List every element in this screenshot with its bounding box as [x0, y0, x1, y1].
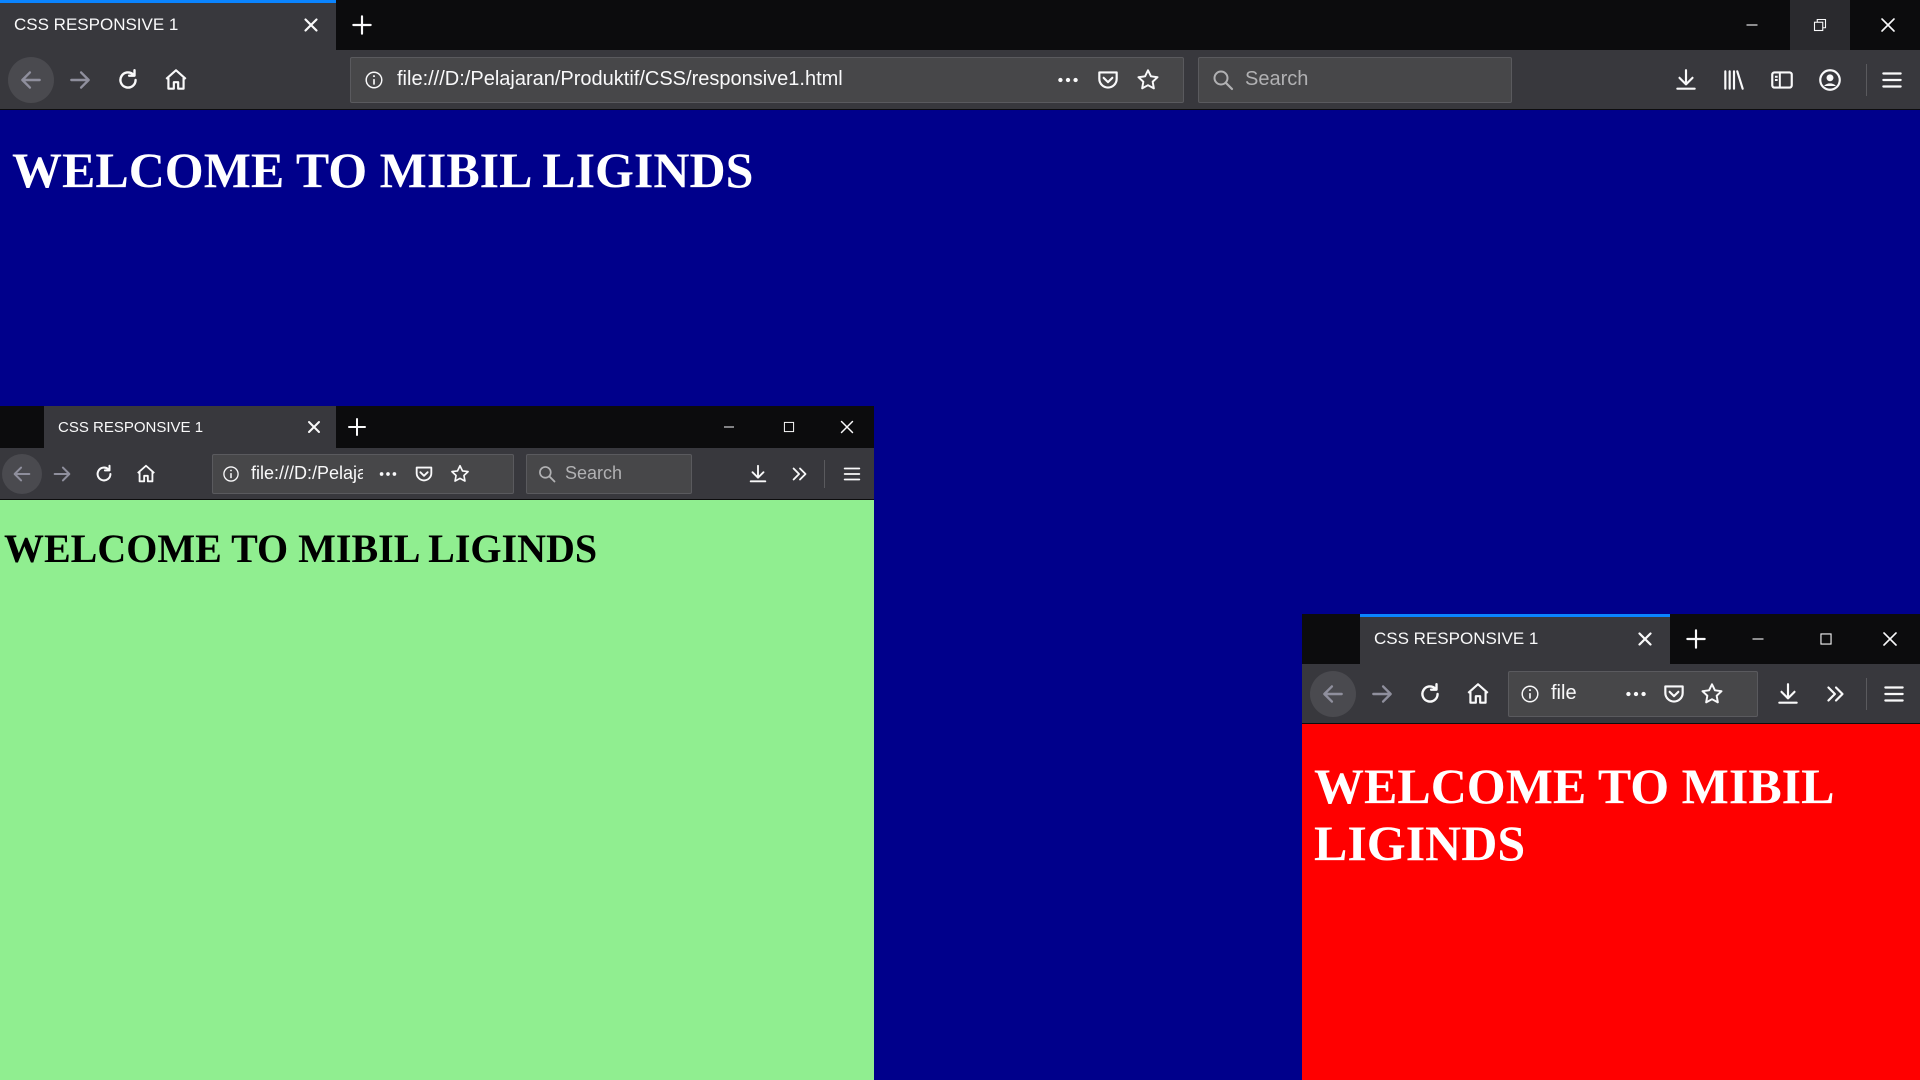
url-text[interactable]: file:///D:/Pelajaran/Produktif/CSS/respo…: [397, 68, 1047, 91]
close-window-icon[interactable]: [1860, 614, 1920, 664]
minimize-icon[interactable]: [1722, 0, 1782, 50]
info-icon[interactable]: [363, 69, 385, 91]
close-window-icon[interactable]: [1856, 0, 1920, 50]
tab-title: CSS RESPONSIVE 1: [14, 15, 179, 34]
forward-icon[interactable]: [62, 62, 98, 98]
tab-strip: CSS RESPONSIVE 1: [0, 406, 874, 448]
browser-window-medium: CSS RESPONSIVE 1 file:///D:/Pelaja Searc…: [0, 406, 874, 1080]
new-tab-icon[interactable]: [340, 406, 374, 448]
close-window-icon[interactable]: [820, 406, 874, 448]
back-icon[interactable]: [1310, 670, 1356, 717]
tab-strip: CSS RESPONSIVE 1: [1302, 614, 1920, 664]
close-tab-icon[interactable]: [300, 14, 322, 36]
download-icon[interactable]: [742, 458, 774, 490]
home-icon[interactable]: [130, 458, 162, 490]
page-heading: WELCOME TO MIBIL LIGINDS: [4, 526, 598, 571]
url-text[interactable]: file: [1551, 682, 1591, 705]
bookmark-star-icon[interactable]: [1135, 67, 1161, 93]
nav-toolbar: file: [1302, 664, 1920, 724]
forward-icon[interactable]: [46, 458, 78, 490]
search-placeholder: Search: [1245, 68, 1309, 90]
overflow-icon[interactable]: [784, 458, 816, 490]
tab-css-responsive[interactable]: CSS RESPONSIVE 1: [1360, 614, 1670, 664]
pocket-icon[interactable]: [1095, 67, 1121, 93]
library-icon[interactable]: [1716, 62, 1752, 98]
new-tab-icon[interactable]: [342, 0, 382, 50]
url-bar[interactable]: file:///D:/Pelaja: [212, 453, 514, 494]
page-actions-icon[interactable]: [377, 463, 399, 485]
reload-icon[interactable]: [110, 62, 146, 98]
new-tab-icon[interactable]: [1676, 614, 1716, 664]
search-placeholder: Search: [565, 463, 623, 483]
search-icon: [1211, 68, 1235, 92]
tab-title: CSS RESPONSIVE 1: [58, 418, 204, 436]
page-content-small: WELCOME TO MIBIL LIGINDS: [1302, 724, 1920, 1080]
forward-icon[interactable]: [1364, 676, 1400, 712]
tab-title: CSS RESPONSIVE 1: [1374, 629, 1539, 648]
search-icon: [537, 464, 557, 484]
url-bar[interactable]: file: [1508, 670, 1758, 717]
info-icon[interactable]: [1519, 683, 1541, 705]
maximize-icon[interactable]: [762, 406, 816, 448]
search-bar[interactable]: Search: [1198, 56, 1512, 103]
tab-css-responsive[interactable]: CSS RESPONSIVE 1: [44, 406, 336, 448]
reload-icon[interactable]: [88, 458, 120, 490]
menu-icon[interactable]: [1876, 676, 1912, 712]
reload-icon[interactable]: [1412, 676, 1448, 712]
download-icon[interactable]: [1668, 62, 1704, 98]
maximize-icon[interactable]: [1796, 614, 1856, 664]
bookmark-star-icon[interactable]: [1699, 681, 1725, 707]
pocket-icon[interactable]: [413, 463, 435, 485]
page-content-medium: WELCOME TO MIBIL LIGINDS: [0, 500, 874, 1080]
minimize-icon[interactable]: [1728, 614, 1788, 664]
nav-toolbar: file:///D:/Pelaja Search: [0, 448, 874, 500]
download-icon[interactable]: [1770, 676, 1806, 712]
home-icon[interactable]: [1460, 676, 1496, 712]
search-bar[interactable]: Search: [526, 453, 692, 494]
minimize-icon[interactable]: [704, 406, 754, 448]
tab-strip: CSS RESPONSIVE 1: [0, 0, 1920, 50]
page-actions-icon[interactable]: [1623, 681, 1649, 707]
close-tab-icon[interactable]: [304, 417, 324, 437]
page-heading: WELCOME TO MIBIL LIGINDS: [12, 142, 754, 198]
url-text[interactable]: file:///D:/Pelaja: [251, 463, 363, 484]
back-icon[interactable]: [8, 56, 54, 103]
page-actions-icon[interactable]: [1055, 67, 1081, 93]
sidebar-icon[interactable]: [1764, 62, 1800, 98]
page-heading: WELCOME TO MIBIL LIGINDS: [1314, 758, 1832, 871]
close-tab-icon[interactable]: [1634, 628, 1656, 650]
bookmark-star-icon[interactable]: [449, 463, 471, 485]
home-icon[interactable]: [158, 62, 194, 98]
restore-icon[interactable]: [1790, 0, 1850, 50]
browser-window-small: CSS RESPONSIVE 1 file WELCOME TO MIBIL L…: [1302, 614, 1920, 1080]
pocket-icon[interactable]: [1661, 681, 1687, 707]
menu-icon[interactable]: [1874, 62, 1910, 98]
account-icon[interactable]: [1812, 62, 1848, 98]
overflow-icon[interactable]: [1818, 676, 1854, 712]
nav-toolbar: file:///D:/Pelajaran/Produktif/CSS/respo…: [0, 50, 1920, 110]
url-bar[interactable]: file:///D:/Pelajaran/Produktif/CSS/respo…: [350, 56, 1184, 103]
back-icon[interactable]: [2, 453, 42, 494]
info-icon[interactable]: [221, 464, 241, 484]
tab-css-responsive[interactable]: CSS RESPONSIVE 1: [0, 0, 336, 50]
menu-icon[interactable]: [836, 458, 868, 490]
